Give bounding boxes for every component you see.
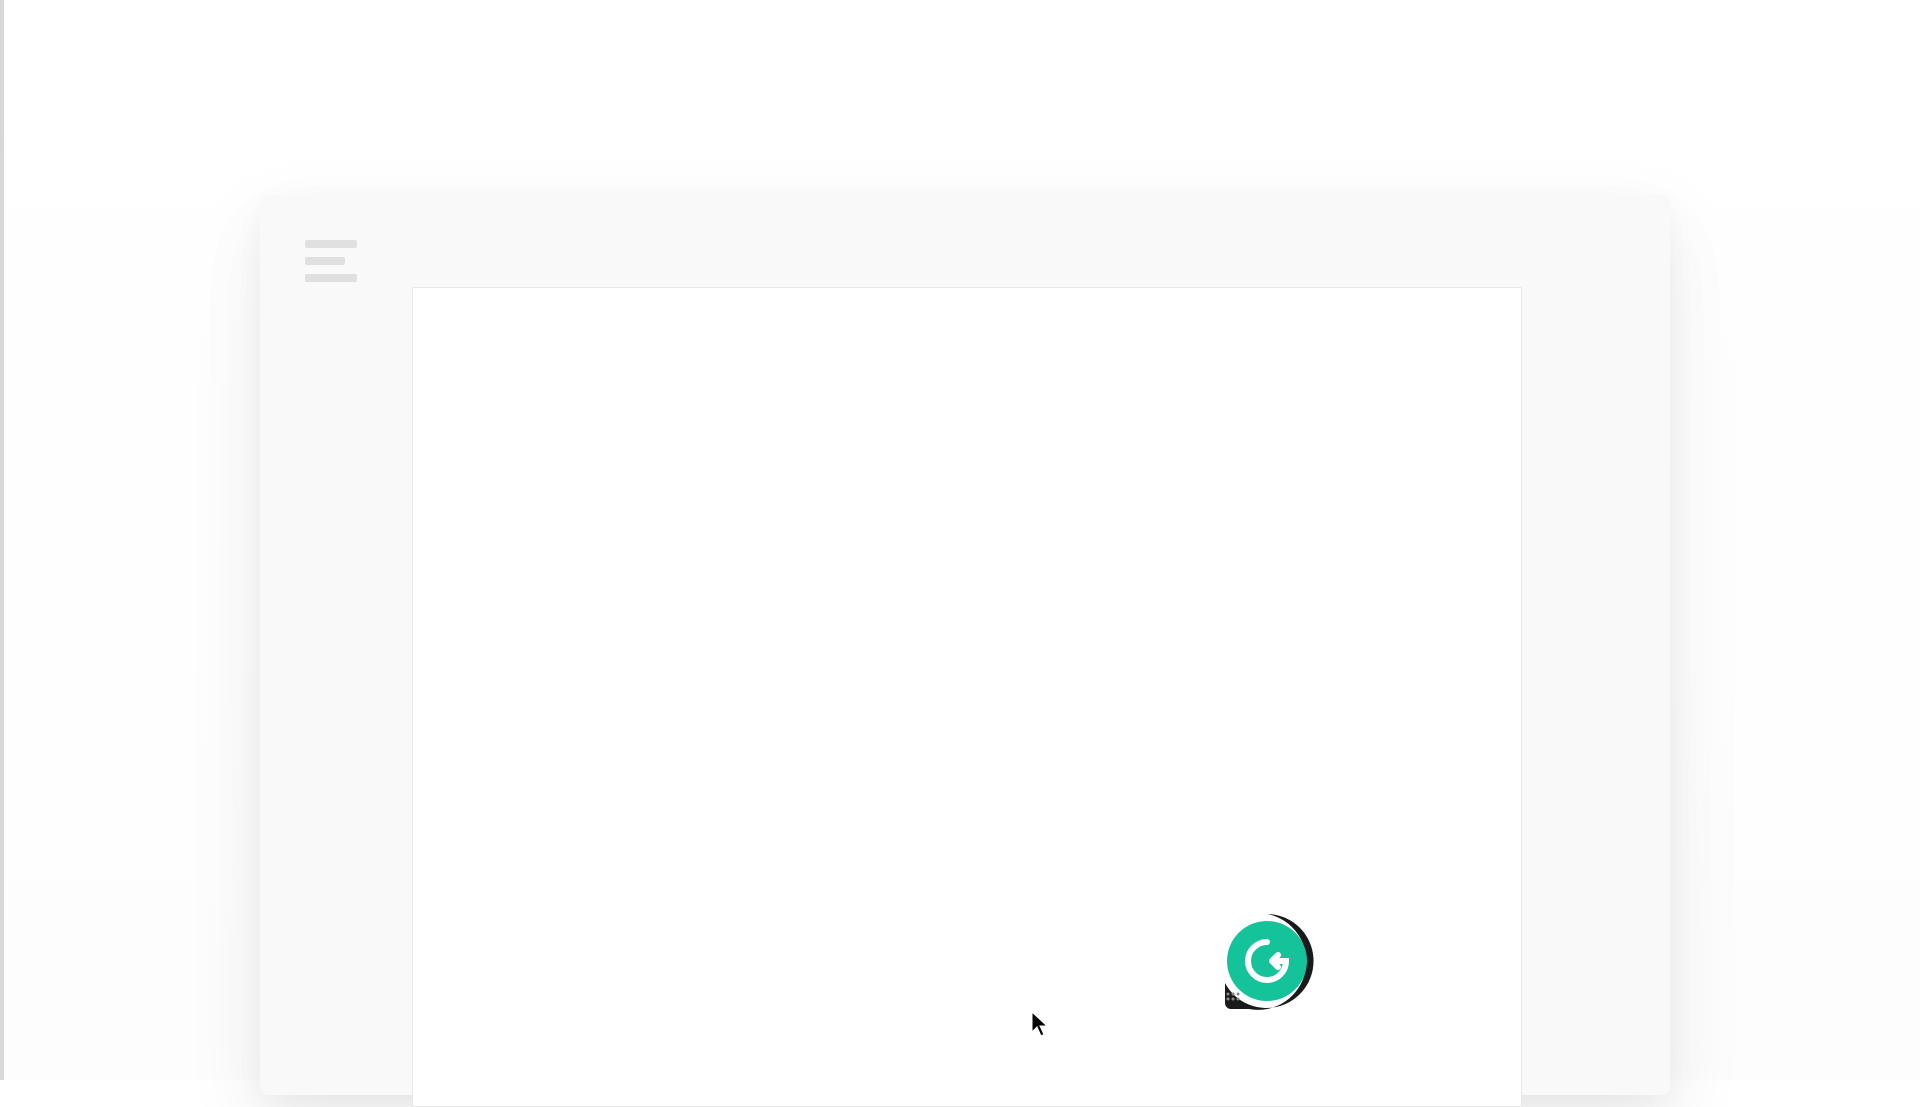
- grammarly-widget-button[interactable]: [1217, 911, 1317, 1011]
- editor-window: [260, 195, 1670, 1095]
- hamburger-menu-icon: [305, 257, 345, 265]
- hamburger-menu-icon: [305, 274, 357, 282]
- document-canvas[interactable]: [412, 287, 1522, 1107]
- hamburger-menu-icon: [305, 240, 357, 248]
- window-left-edge: [0, 0, 4, 1080]
- drag-grip-icon: [1225, 991, 1241, 1007]
- grammarly-g-icon: [1242, 936, 1292, 986]
- hamburger-menu-button[interactable]: [305, 240, 357, 282]
- grammarly-circle: [1227, 921, 1307, 1001]
